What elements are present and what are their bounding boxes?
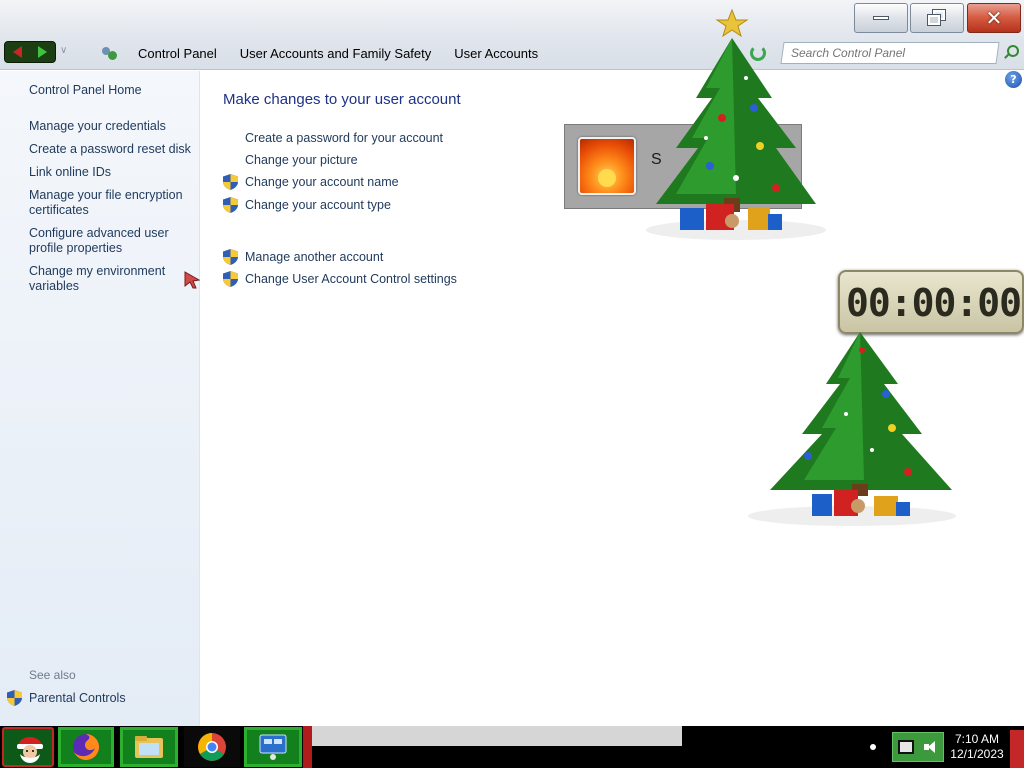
- see-also-parental-controls[interactable]: Parental Controls: [7, 690, 126, 706]
- close-button[interactable]: ✕: [967, 3, 1021, 33]
- taskbar-remote-desktop[interactable]: [244, 727, 302, 767]
- control-panel-window: ✕ ∨ Control Panel User Accounts and Fami…: [0, 0, 1024, 726]
- task-label: Change your account type: [245, 198, 391, 212]
- minimize-button[interactable]: [854, 3, 908, 33]
- taskbar-firefox[interactable]: [58, 727, 114, 767]
- sidebar-item-environment-variables[interactable]: Change my environment variables: [29, 264, 194, 294]
- uac-shield-icon: [223, 174, 238, 190]
- task-uac-settings[interactable]: Change User Account Control settings: [223, 270, 457, 288]
- taskbar-separator: [303, 726, 312, 768]
- clock-gadget[interactable]: 00:00:00: [838, 270, 1024, 334]
- sidebar-item-advanced-profile[interactable]: Configure advanced user profile properti…: [29, 226, 194, 256]
- breadcrumb-user-accounts[interactable]: User Accounts: [454, 46, 538, 61]
- uac-shield-icon: [7, 690, 22, 706]
- taskbar-clock[interactable]: 7:10 AM 12/1/2023: [948, 732, 1006, 762]
- minimize-icon: [873, 16, 889, 20]
- volume-icon[interactable]: [924, 740, 938, 754]
- sidebar-item-password-reset-disk[interactable]: Create a password reset disk: [29, 142, 194, 157]
- system-tray: [892, 732, 944, 762]
- help-icon[interactable]: ?: [1005, 71, 1022, 88]
- forward-arrow-icon[interactable]: [38, 46, 47, 58]
- uac-shield-icon: [223, 197, 238, 213]
- task-create-password[interactable]: Create a password for your account: [223, 129, 443, 147]
- search-icon[interactable]: [1004, 45, 1019, 59]
- breadcrumb-user-accounts-family-safety[interactable]: User Accounts and Family Safety: [240, 46, 431, 61]
- clock-gadget-time: 00:00:00: [846, 281, 1022, 325]
- back-forward-buttons: [4, 41, 56, 63]
- uac-shield-icon: [223, 271, 238, 287]
- restore-button[interactable]: [910, 3, 964, 33]
- sidebar-item-file-encryption[interactable]: Manage your file encryption certificates: [29, 188, 194, 218]
- tray-notification-icon[interactable]: [870, 744, 876, 750]
- breadcrumb: Control Panel User Accounts and Family S…: [100, 44, 561, 62]
- task-label: Change your picture: [245, 153, 358, 167]
- show-desktop-button[interactable]: [1010, 730, 1024, 768]
- folder-icon: [135, 736, 163, 758]
- taskbar-date: 12/1/2023: [950, 747, 1004, 761]
- firefox-icon: [73, 734, 99, 760]
- task-change-picture[interactable]: Change your picture: [223, 151, 358, 169]
- santa-start-icon: [17, 737, 43, 763]
- sidebar-item-control-panel-home[interactable]: Control Panel Home: [29, 83, 194, 98]
- sidebar-item-link-online-ids[interactable]: Link online IDs: [29, 165, 194, 180]
- parental-controls-label: Parental Controls: [29, 691, 126, 705]
- taskbar-time: 7:10 AM: [954, 732, 1000, 746]
- left-pane: Control Panel Home Manage your credentia…: [0, 71, 200, 726]
- taskbar-empty-area: [312, 726, 682, 746]
- page-title: Make changes to your user account: [223, 91, 461, 108]
- title-bar: ✕ ∨ Control Panel User Accounts and Fami…: [0, 0, 1024, 70]
- task-label: Change User Account Control settings: [245, 272, 457, 286]
- remote-desktop-icon: [259, 734, 287, 760]
- task-change-account-type[interactable]: Change your account type: [223, 196, 391, 214]
- restore-icon: [927, 9, 946, 26]
- close-icon: ✕: [985, 6, 1003, 30]
- network-icon[interactable]: [898, 740, 914, 754]
- chrome-icon: [198, 733, 226, 761]
- task-label: Manage another account: [245, 250, 384, 264]
- task-label: Create a password for your account: [245, 131, 444, 145]
- taskbar-windows-explorer[interactable]: [120, 727, 178, 767]
- christmas-tree-gadget-2[interactable]: [742, 330, 962, 530]
- user-accounts-icon: [100, 45, 118, 61]
- christmas-tree-gadget[interactable]: [636, 8, 832, 244]
- task-change-account-name[interactable]: Change your account name: [223, 173, 399, 191]
- user-avatar[interactable]: [578, 137, 636, 195]
- back-arrow-icon[interactable]: [13, 46, 22, 58]
- breadcrumb-control-panel[interactable]: Control Panel: [138, 46, 217, 61]
- see-also-label: See also: [29, 668, 76, 682]
- taskbar-chrome[interactable]: [184, 727, 240, 767]
- start-button[interactable]: [2, 727, 54, 767]
- uac-shield-icon: [223, 249, 238, 265]
- task-manage-another-account[interactable]: Manage another account: [223, 248, 383, 266]
- mouse-cursor-icon: [184, 271, 200, 289]
- task-label: Change your account name: [245, 175, 399, 189]
- recent-pages-chevron-icon[interactable]: ∨: [60, 45, 67, 56]
- sidebar-item-manage-credentials[interactable]: Manage your credentials: [29, 119, 194, 134]
